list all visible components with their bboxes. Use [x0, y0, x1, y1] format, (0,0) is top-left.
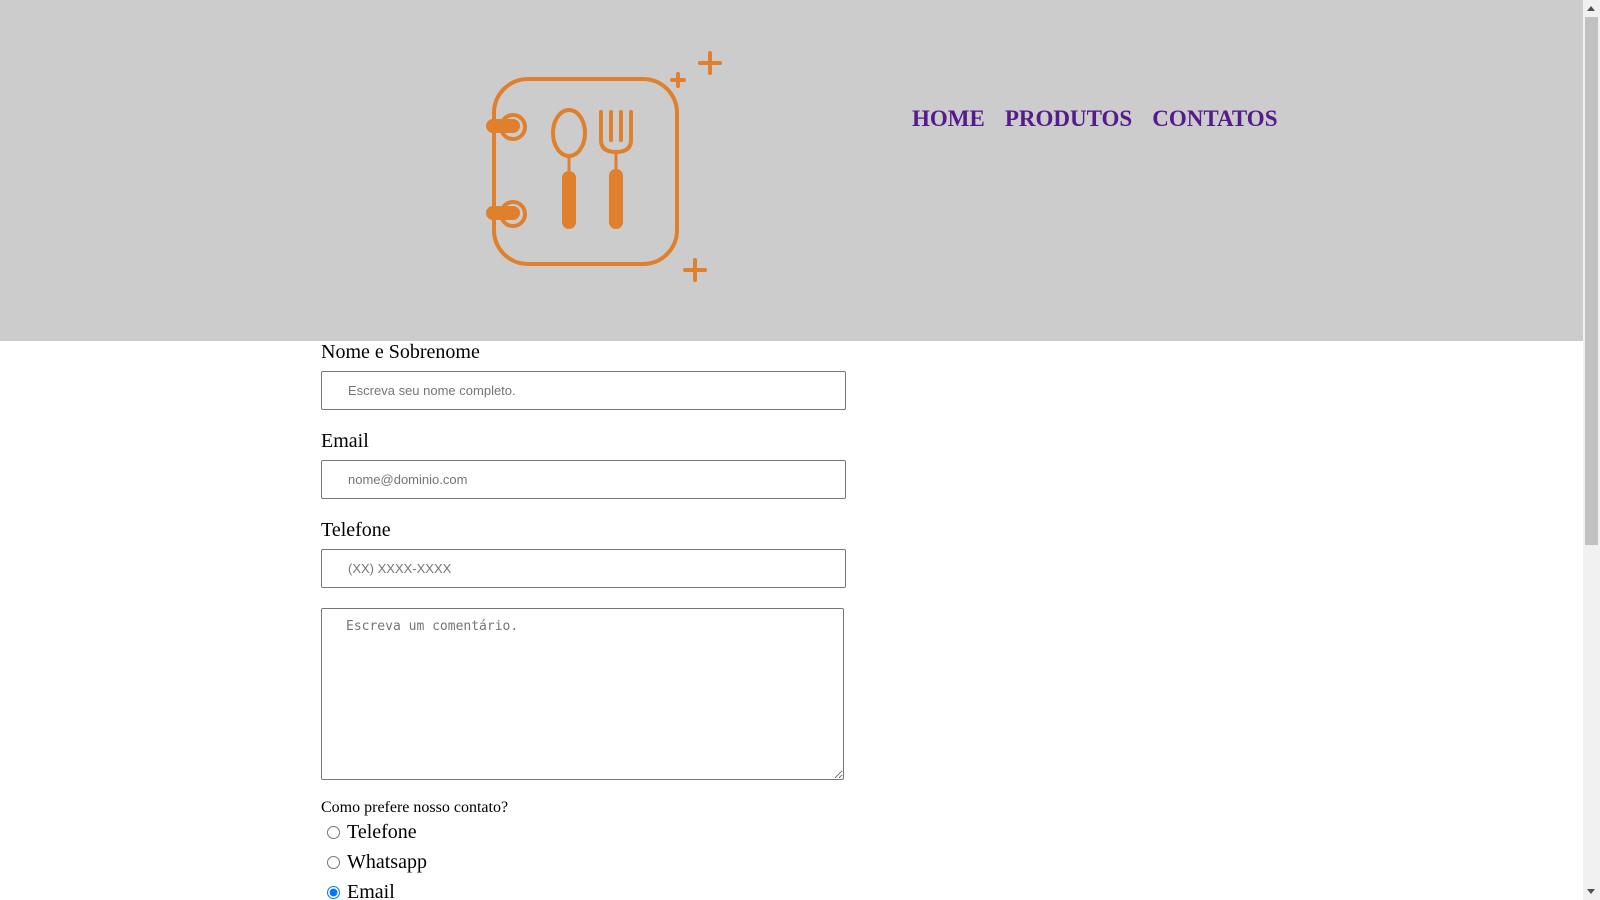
- radio-telefone-label: Telefone: [347, 820, 417, 843]
- contact-preference-question: Como prefere nosso contato?: [321, 799, 509, 816]
- nav-contatos-link[interactable]: CONTATOS: [1152, 106, 1277, 132]
- scrollbar-thumb[interactable]: [1585, 17, 1598, 545]
- nav-produtos-link[interactable]: PRODUTOS: [1005, 106, 1132, 132]
- contact-option-telefone[interactable]: Telefone: [321, 817, 861, 847]
- site-header: HOME PRODUTOS CONTATOS: [0, 0, 1583, 341]
- scroll-up-arrow-icon[interactable]: [1587, 6, 1595, 11]
- name-label: Nome e Sobrenome: [321, 341, 480, 363]
- vertical-scrollbar[interactable]: [1583, 0, 1600, 900]
- scroll-down-arrow-icon[interactable]: [1587, 889, 1595, 894]
- name-input[interactable]: [321, 371, 846, 410]
- page: HOME PRODUTOS CONTATOS Nome e Sobrenome …: [0, 0, 1583, 900]
- nav-home-link[interactable]: HOME: [912, 106, 985, 132]
- comment-textarea[interactable]: [321, 608, 844, 780]
- contact-option-email[interactable]: Email: [321, 877, 861, 900]
- contact-form: Nome e Sobrenome Email Telefone Como pre…: [321, 341, 861, 900]
- main-nav: HOME PRODUTOS CONTATOS: [912, 106, 1278, 132]
- radio-email[interactable]: [327, 885, 340, 899]
- cookbook-spoon-fork-icon[interactable]: [480, 44, 725, 289]
- email-input[interactable]: [321, 460, 846, 499]
- phone-label: Telefone: [321, 519, 391, 541]
- phone-input[interactable]: [321, 549, 846, 588]
- contact-option-whatsapp[interactable]: Whatsapp: [321, 847, 861, 877]
- radio-telefone[interactable]: [327, 825, 340, 839]
- email-label: Email: [321, 430, 369, 452]
- radio-whatsapp[interactable]: [327, 855, 340, 869]
- radio-email-label: Email: [347, 880, 395, 900]
- radio-whatsapp-label: Whatsapp: [347, 850, 427, 873]
